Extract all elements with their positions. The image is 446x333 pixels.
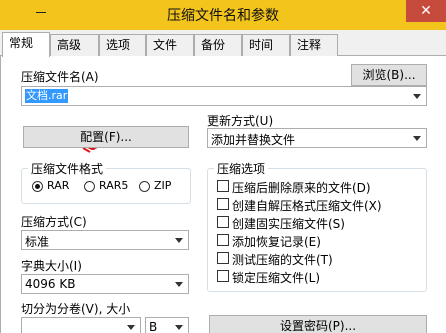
option-lock-checkbox[interactable] xyxy=(217,270,229,282)
format-rar5-radio[interactable] xyxy=(84,181,95,192)
set-password-button[interactable]: 设置密码(P)... xyxy=(209,315,427,333)
dict-size-select[interactable]: 4096 KB xyxy=(21,274,189,294)
format-group-title: 压缩文件格式 xyxy=(28,160,107,177)
chevron-down-icon[interactable] xyxy=(173,321,185,333)
archive-name-combo[interactable]: 文档.rar xyxy=(21,86,427,106)
update-mode-value: 添加并替换文件 xyxy=(211,133,296,147)
split-unit-select[interactable]: B xyxy=(145,317,189,333)
tab-time[interactable]: 时间 xyxy=(242,34,290,56)
chevron-down-icon[interactable] xyxy=(125,321,137,333)
tab-comment[interactable]: 注释 xyxy=(290,34,338,56)
archive-name-value: 文档.rar xyxy=(25,89,69,103)
method-select[interactable]: 标准 xyxy=(21,230,189,250)
split-unit-value: B xyxy=(149,320,158,333)
title-bar: 压缩文件名和参数 ✕ xyxy=(0,0,446,30)
archive-name-label: 压缩文件名(A) xyxy=(21,70,99,84)
option-solid-label[interactable]: 创建固实压缩文件(S) xyxy=(232,215,345,232)
method-value: 标准 xyxy=(25,235,50,249)
update-mode-label: 更新方式(U) xyxy=(207,114,274,128)
chevron-down-icon[interactable] xyxy=(173,234,185,246)
tab-options[interactable]: 选项 xyxy=(99,34,146,56)
option-recovery-checkbox[interactable] xyxy=(217,234,229,246)
tab-bar: 常规 高级 选项 文件 备份 时间 注释 xyxy=(0,30,446,57)
tab-advanced[interactable]: 高级 xyxy=(50,34,99,56)
option-test-label[interactable]: 测试压缩的文件(T) xyxy=(232,251,333,268)
split-size-select[interactable] xyxy=(21,317,141,333)
dict-size-value: 4096 KB xyxy=(25,277,76,291)
dict-size-label: 字典大小(I) xyxy=(21,259,82,273)
tab-general[interactable]: 常规 xyxy=(2,32,50,57)
window-title: 压缩文件名和参数 xyxy=(167,8,279,24)
option-delete-after-checkbox[interactable] xyxy=(217,180,229,192)
split-label: 切分为分卷(V), 大小 xyxy=(21,302,131,316)
chevron-down-icon[interactable] xyxy=(411,90,423,102)
option-sfx-label[interactable]: 创建自解压格式压缩文件(X) xyxy=(232,197,382,214)
format-rar5-label[interactable]: RAR5 xyxy=(99,179,128,192)
option-lock-label[interactable]: 锁定压缩文件(L) xyxy=(232,269,320,286)
general-panel: 压缩文件名(A) 浏览(B)... 文档.rar 更新方式(U) 添加并替换文件… xyxy=(0,56,446,333)
option-test-checkbox[interactable] xyxy=(217,252,229,264)
option-delete-after-label[interactable]: 压缩后删除原来的文件(D) xyxy=(232,179,371,196)
profiles-button[interactable]: 配置(F)... xyxy=(23,126,189,148)
options-group-title: 压缩选项 xyxy=(214,160,269,177)
method-label: 压缩方式(C) xyxy=(21,215,87,229)
format-rar-label[interactable]: RAR xyxy=(47,179,69,192)
tab-files[interactable]: 文件 xyxy=(146,34,194,56)
option-sfx-checkbox[interactable] xyxy=(217,198,229,210)
format-zip-radio[interactable] xyxy=(139,181,150,192)
chevron-down-icon[interactable] xyxy=(411,132,423,144)
browse-button[interactable]: 浏览(B)... xyxy=(351,64,427,86)
close-button[interactable]: ✕ xyxy=(406,0,446,22)
format-zip-label[interactable]: ZIP xyxy=(154,179,171,192)
update-mode-select[interactable]: 添加并替换文件 xyxy=(207,128,427,148)
option-solid-checkbox[interactable] xyxy=(217,216,229,228)
tab-backup[interactable]: 备份 xyxy=(194,34,242,56)
format-rar-radio[interactable] xyxy=(32,181,43,192)
option-recovery-label[interactable]: 添加恢复记录(E) xyxy=(232,233,321,250)
chevron-down-icon[interactable] xyxy=(173,278,185,290)
